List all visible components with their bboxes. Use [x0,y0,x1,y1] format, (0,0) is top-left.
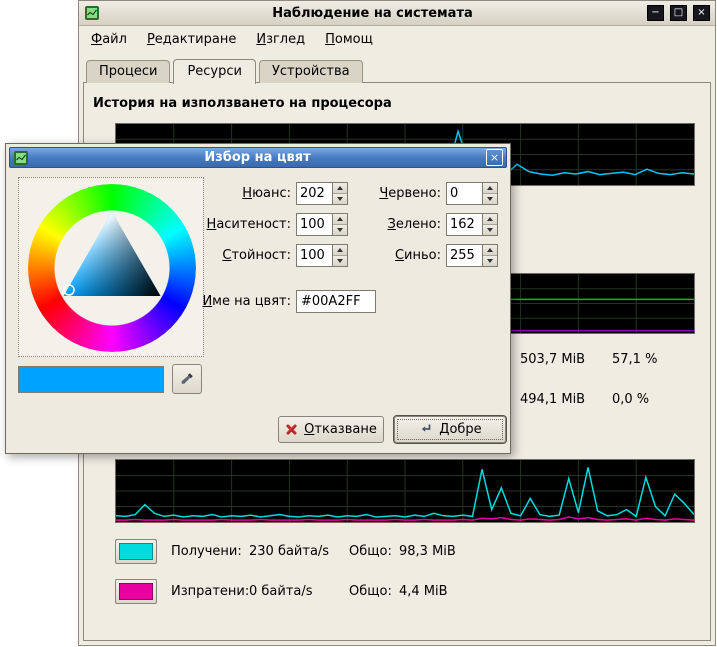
ok-label: Добре [439,422,481,437]
saturation-input[interactable] [297,214,332,235]
received-total: 98,3 MiB [399,544,456,559]
sent-label: Изпратени: [171,584,249,599]
tab-resources[interactable]: Ресурси [173,59,256,84]
memory-used-value: 503,7 MiB [520,352,585,367]
value-label: Стойност: [189,244,291,267]
dialog-app-icon [13,150,29,166]
green-spinbox [446,213,498,236]
green-label: Зелено: [341,213,441,236]
blue-label: Синьо: [341,244,441,267]
close-button[interactable]: × [693,5,710,21]
green-up-arrow[interactable] [483,214,497,224]
color-name-input[interactable] [296,290,376,313]
menu-file[interactable]: Файл [91,32,127,47]
hue-input[interactable] [297,183,332,204]
menu-help[interactable]: Помощ [325,32,373,47]
red-up-arrow[interactable] [483,183,497,193]
red-down-arrow[interactable] [483,193,497,204]
sent-total-label: Общо: [349,584,399,599]
green-input[interactable] [447,214,482,235]
red-input[interactable] [447,183,482,204]
cpu-history-heading: История на използването на процесора [93,96,392,111]
menu-edit[interactable]: Редактиране [147,32,236,47]
network-received-row: Получени: 230 байта/s Общо: 98,3 MiB [115,538,456,564]
minimize-button[interactable]: − [647,5,664,21]
tab-processes[interactable]: Процеси [86,60,170,83]
network-sent-row: Изпратени: 0 байта/s Общо: 4,4 MiB [115,578,448,604]
maximize-button[interactable]: □ [670,5,687,21]
sent-color-swatch [119,583,153,600]
swap-used-percent: 0,0 % [612,392,649,407]
ok-button[interactable]: Добре [394,416,506,443]
ok-enter-icon [418,422,433,437]
dialog-close-button[interactable]: × [486,149,503,166]
blue-spinbox [446,244,498,267]
received-color-swatch [119,543,153,560]
blue-input[interactable] [447,245,482,266]
blue-up-arrow[interactable] [483,245,497,255]
red-label: Червено: [341,182,441,205]
sent-rate: 0 байта/s [249,584,349,599]
window-title: Наблюдение на системата [104,6,641,21]
network-history-graph [115,459,695,523]
memory-used-percent: 57,1 % [612,352,657,367]
dialog-title: Избор на цвят [33,150,482,165]
color-preview [18,366,164,393]
eyedropper-button[interactable] [172,364,202,394]
desktop: Наблюдение на системата − □ × Файл Редак… [0,0,717,647]
color-picker-dialog: Избор на цвят × Нюанс: [5,143,511,454]
cancel-button[interactable]: Отказване [278,416,384,443]
tab-devices[interactable]: Устройства [259,60,363,83]
received-rate: 230 байта/s [249,544,349,559]
red-spinbox [446,182,498,205]
sent-total: 4,4 MiB [399,584,448,599]
received-color-button[interactable] [115,539,157,564]
hue-label: Нюанс: [189,182,291,205]
sent-color-button[interactable] [115,579,157,604]
cancel-label: Отказване [304,422,377,437]
cancel-x-icon [285,423,298,436]
value-input[interactable] [297,245,332,266]
color-wheel-area [18,177,204,357]
green-down-arrow[interactable] [483,224,497,235]
menubar: Файл Редактиране Изглед Помощ [79,26,715,52]
main-titlebar[interactable]: Наблюдение на системата − □ × [79,1,715,26]
received-total-label: Общо: [349,544,399,559]
saturation-value-triangle[interactable] [28,184,196,352]
blue-down-arrow[interactable] [483,255,497,266]
eyedropper-icon [179,371,195,387]
color-name-label: Име на цвят: [141,290,291,313]
dialog-titlebar[interactable]: Избор на цвят × [9,147,507,168]
swap-used-value: 494,1 MiB [520,392,585,407]
menu-view[interactable]: Изглед [256,32,305,47]
tab-bar: Процеси Ресурси Устройства [86,56,366,83]
saturation-label: Наситеност: [189,213,291,236]
app-icon [84,5,100,21]
received-label: Получени: [171,544,249,559]
